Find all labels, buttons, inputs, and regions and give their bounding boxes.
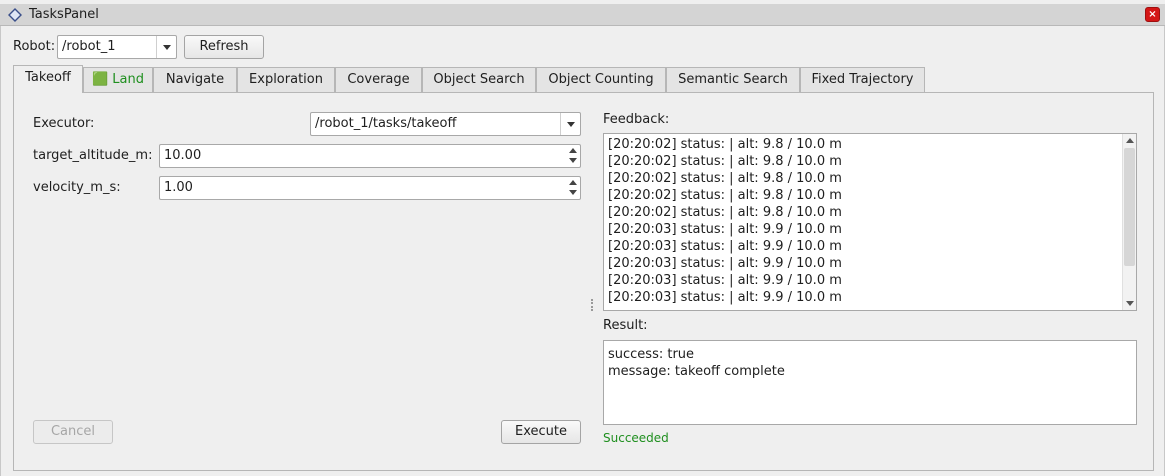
log-line: [20:20:03] status: | alt: 9.9 / 10.0 m [608,290,842,305]
cancel-button[interactable]: Cancel [33,420,113,444]
feedback-scrollbar[interactable] [1122,134,1136,310]
tasks-panel: Robot: /robot_1 Refresh Takeoff 🟩 Land N… [0,26,1165,476]
log-line: [20:20:02] status: | alt: 9.8 / 10.0 m [608,137,842,152]
spin-up-icon[interactable] [566,145,580,156]
tab-land[interactable]: 🟩 Land [83,67,153,92]
spin-down-icon[interactable] [566,156,580,167]
result-line: success: true [608,347,695,362]
log-line: [20:20:02] status: | alt: 9.8 / 10.0 m [608,205,842,220]
diamond-icon [8,8,22,22]
spin-down-icon[interactable] [566,188,580,199]
log-line: [20:20:03] status: | alt: 9.9 / 10.0 m [608,256,842,271]
close-icon: × [1148,9,1157,20]
feedback-log[interactable]: [20:20:02] status: | alt: 9.8 / 10.0 m [… [603,133,1137,311]
spin-up-icon[interactable] [566,177,580,188]
robot-label: Robot: [13,39,56,54]
log-line: [20:20:03] status: | alt: 9.9 / 10.0 m [608,222,842,237]
scroll-down-icon[interactable] [1123,297,1136,310]
tab-exploration[interactable]: Exploration [237,67,335,92]
result-lines: success: true message: takeoff complete [608,346,785,380]
result-label: Result: [603,318,648,333]
velocity-value: 1.00 [164,180,193,195]
chevron-down-icon[interactable] [156,36,176,58]
log-line: [20:20:03] status: | alt: 9.9 / 10.0 m [608,273,842,288]
tab-object-counting[interactable]: Object Counting [536,67,666,92]
takeoff-pane: Executor: /robot_1/tasks/takeoff target_… [13,92,1154,471]
result-box[interactable]: success: true message: takeoff complete [603,340,1137,425]
scroll-up-icon[interactable] [1123,134,1136,147]
tab-semantic-search[interactable]: Semantic Search [666,67,800,92]
executor-select-value: /robot_1/tasks/takeoff [315,116,457,131]
tab-fixed-trajectory[interactable]: Fixed Trajectory [800,67,925,92]
scroll-thumb[interactable] [1124,148,1135,266]
velocity-spinbox[interactable]: 1.00 [159,176,581,200]
altitude-value: 10.00 [164,148,202,163]
altitude-spinbox[interactable]: 10.00 [159,144,581,168]
log-line: [20:20:02] status: | alt: 9.8 / 10.0 m [608,154,842,169]
close-button[interactable]: × [1145,7,1160,22]
window-title: TasksPanel [29,7,99,22]
execute-button[interactable]: Execute [501,420,581,444]
refresh-button[interactable]: Refresh [184,35,264,59]
log-line: [20:20:03] status: | alt: 9.9 / 10.0 m [608,239,842,254]
executor-label: Executor: [33,116,95,131]
splitter-handle[interactable] [591,299,593,311]
tab-takeoff[interactable]: Takeoff [13,65,83,93]
log-line: [20:20:02] status: | alt: 9.8 / 10.0 m [608,188,842,203]
result-line: message: takeoff complete [608,364,785,379]
tab-navigate[interactable]: Navigate [153,67,237,92]
feedback-lines: [20:20:02] status: | alt: 9.8 / 10.0 m [… [608,136,842,306]
feedback-label: Feedback: [603,112,670,127]
tab-object-search[interactable]: Object Search [422,67,536,92]
chevron-down-icon[interactable] [560,113,580,135]
status-text: Succeeded [603,431,669,445]
executor-select[interactable]: /robot_1/tasks/takeoff [310,112,581,136]
robot-select-value: /robot_1 [62,39,116,54]
velocity-label: velocity_m_s: [33,180,121,195]
window-titlebar: TasksPanel × [0,4,1165,26]
robot-select[interactable]: /robot_1 [57,35,177,59]
altitude-label: target_altitude_m: [33,148,153,163]
tab-coverage[interactable]: Coverage [335,67,422,92]
log-line: [20:20:02] status: | alt: 9.8 / 10.0 m [608,171,842,186]
